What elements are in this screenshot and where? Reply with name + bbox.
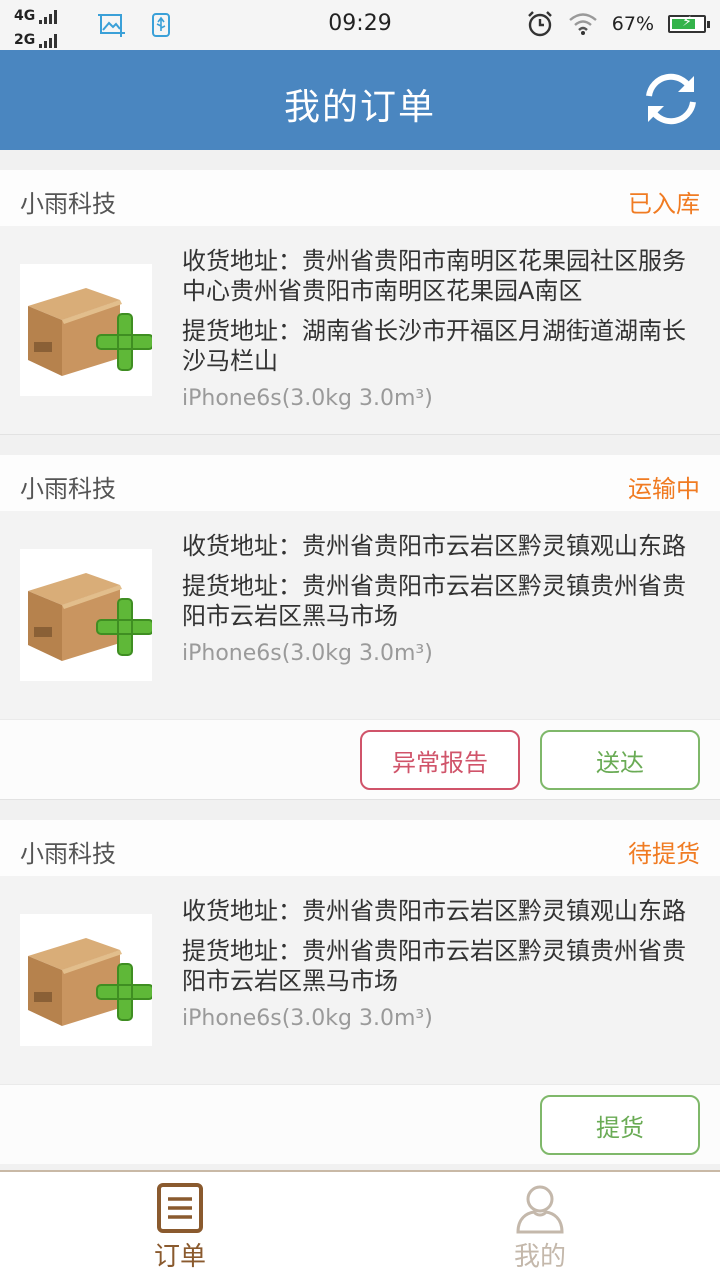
goods-info: iPhone6s(3.0kg 3.0m³) <box>182 1006 433 1031</box>
package-icon <box>20 549 152 681</box>
tab-orders-label: 订单 <box>153 1242 206 1272</box>
receive-address: 收货地址：贵州省贵阳市云岩区黔灵镇观山东路 <box>182 532 686 560</box>
order-info: 收货地址：贵州省贵阳市云岩区黔灵镇观山东路 提货地址：贵州省贵阳市云岩区黔灵镇贵… <box>182 531 692 666</box>
tab-mine[interactable]: 我的 <box>360 1172 720 1280</box>
receive-address: 收货地址：贵州省贵阳市南明区花果园社区服务中心贵州省贵阳市南明区花果园A南区 <box>182 247 686 305</box>
order-header: 小雨科技 已入库 <box>0 170 720 226</box>
tab-orders[interactable]: 订单 <box>0 1172 360 1280</box>
order-card[interactable]: 小雨科技 已入库 收货地址：贵州省贵阳市南明区花果园社区服务中心贵州省贵阳市南明… <box>0 170 720 434</box>
receive-address: 收货地址：贵州省贵阳市云岩区黔灵镇观山东路 <box>182 897 686 925</box>
pickup-address: 提货地址：湖南省长沙市开福区月湖街道湖南长沙马栏山 <box>182 317 686 375</box>
battery-icon: ⚡ <box>668 14 710 33</box>
divider <box>0 434 720 435</box>
company-name: 小雨科技 <box>20 475 116 503</box>
bottom-tab-bar: 订单 我的 <box>0 1170 720 1280</box>
order-status: 待提货 <box>628 840 700 868</box>
battery-percent: 67% <box>611 13 654 35</box>
pickup-button[interactable]: 提货 <box>540 1095 700 1155</box>
order-info: 收货地址：贵州省贵阳市云岩区黔灵镇观山东路 提货地址：贵州省贵阳市云岩区黔灵镇贵… <box>182 896 692 1031</box>
order-list-icon <box>157 1183 203 1233</box>
pickup-address: 提货地址：贵州省贵阳市云岩区黔灵镇贵州省贵阳市云岩区黑马市场 <box>182 937 686 995</box>
order-card[interactable]: 小雨科技 待提货 收货地址：贵州省贵阳市云岩区黔灵镇观山东路 提货地址：贵州省贵… <box>0 820 720 1164</box>
order-status: 运输中 <box>628 475 700 503</box>
tab-mine-label: 我的 <box>513 1242 566 1272</box>
wifi-icon <box>568 13 597 35</box>
company-name: 小雨科技 <box>20 840 116 868</box>
status-right: 67% ⚡ <box>526 10 710 38</box>
order-body[interactable]: 收货地址：贵州省贵阳市云岩区黔灵镇观山东路 提货地址：贵州省贵阳市云岩区黔灵镇贵… <box>0 876 720 1084</box>
page-title: 我的订单 <box>283 87 436 128</box>
order-body[interactable]: 收货地址：贵州省贵阳市云岩区黔灵镇观山东路 提货地址：贵州省贵阳市云岩区黔灵镇贵… <box>0 511 720 719</box>
order-header: 小雨科技 运输中 <box>0 455 720 511</box>
goods-info: iPhone6s(3.0kg 3.0m³) <box>182 641 433 666</box>
pickup-address: 提货地址：贵州省贵阳市云岩区黔灵镇贵州省贵阳市云岩区黑马市场 <box>182 572 686 630</box>
order-info: 收货地址：贵州省贵阳市南明区花果园社区服务中心贵州省贵阳市南明区花果园A南区 提… <box>182 246 692 411</box>
user-icon <box>516 1185 564 1234</box>
status-bar: 4G 2G 09:29 67% ⚡ <box>0 0 720 50</box>
order-status: 已入库 <box>628 190 700 218</box>
order-header: 小雨科技 待提货 <box>0 820 720 876</box>
company-name: 小雨科技 <box>20 190 116 218</box>
alarm-icon <box>527 11 552 37</box>
goods-info: iPhone6s(3.0kg 3.0m³) <box>182 386 433 411</box>
package-icon <box>20 914 152 1046</box>
order-list[interactable]: 小雨科技 已入库 收货地址：贵州省贵阳市南明区花果园社区服务中心贵州省贵阳市南明… <box>0 150 720 1170</box>
order-actions: 提货 <box>0 1084 720 1164</box>
package-icon <box>20 264 152 396</box>
order-body[interactable]: 收货地址：贵州省贵阳市南明区花果园社区服务中心贵州省贵阳市南明区花果园A南区 提… <box>0 226 720 434</box>
signal-bars-icon <box>39 34 58 48</box>
order-card[interactable]: 小雨科技 运输中 收货地址：贵州省贵阳市云岩区黔灵镇观山东路 提货地址：贵州省贵… <box>0 455 720 799</box>
app-header: 我的订单 <box>0 50 720 150</box>
order-actions: 异常报告 送达 <box>0 719 720 799</box>
exception-report-button[interactable]: 异常报告 <box>360 730 520 790</box>
deliver-button[interactable]: 送达 <box>540 730 700 790</box>
refresh-icon[interactable] <box>638 66 704 132</box>
divider <box>0 799 720 800</box>
